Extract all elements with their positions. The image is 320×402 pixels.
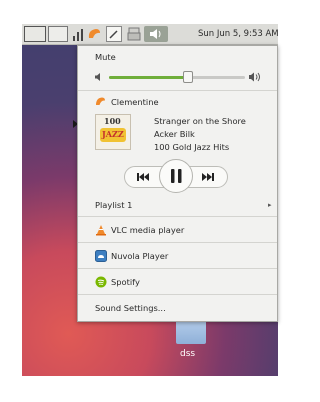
- vlc-icon: [95, 224, 107, 238]
- volume-slider-handle[interactable]: [182, 71, 193, 83]
- sound-tray-icon[interactable]: [144, 26, 168, 42]
- next-button[interactable]: [200, 170, 216, 184]
- sound-settings-item[interactable]: Sound Settings...: [95, 303, 166, 313]
- volume-slider[interactable]: [109, 71, 245, 83]
- nuvola-icon: [95, 250, 107, 264]
- album-art: 100 JAZZ: [95, 114, 131, 150]
- speaker-high-icon: [248, 71, 262, 85]
- top-panel: Sun Jun 5, 9:53 AM: [22, 24, 279, 45]
- player-name[interactable]: Clementine: [111, 97, 159, 107]
- previous-button[interactable]: [135, 170, 151, 184]
- separator: [78, 216, 277, 217]
- speaker-low-icon: [94, 72, 104, 84]
- track-album: 100 Gold Jazz Hits: [154, 142, 230, 152]
- app-spotify[interactable]: Spotify: [111, 277, 140, 287]
- mute-item[interactable]: Mute: [95, 52, 116, 62]
- submenu-arrow-icon: ▸: [268, 201, 272, 209]
- play-pause-button[interactable]: [159, 159, 193, 193]
- volume-slider-fill: [109, 76, 188, 79]
- audio-bars-icon[interactable]: [72, 26, 84, 42]
- album-art-title: JAZZ: [102, 129, 124, 139]
- printer-tray-icon[interactable]: [126, 26, 142, 42]
- panel-clock[interactable]: Sun Jun 5, 9:53 AM: [198, 24, 279, 44]
- window-list-icon[interactable]: [48, 26, 68, 42]
- separator: [78, 294, 277, 295]
- app-nuvola[interactable]: Nuvola Player: [111, 251, 168, 261]
- separator: [78, 90, 277, 91]
- clementine-tray-icon[interactable]: [86, 26, 102, 42]
- album-art-number: 100: [104, 116, 121, 126]
- spotify-icon: [95, 276, 107, 290]
- track-title: Stranger on the Shore: [154, 116, 246, 126]
- separator: [78, 268, 277, 269]
- sound-menu: Mute Clementine 100 JAZZ Stranger on the…: [77, 45, 278, 322]
- playlist-item[interactable]: Playlist 1: [95, 200, 132, 210]
- track-artist: Acker Bilk: [154, 129, 195, 139]
- workspace-switcher-icon[interactable]: [24, 26, 46, 42]
- edit-tray-icon[interactable]: [106, 26, 122, 42]
- separator: [78, 242, 277, 243]
- app-vlc[interactable]: VLC media player: [111, 225, 184, 235]
- clementine-icon: [95, 96, 106, 109]
- folder-label: dss: [180, 349, 196, 359]
